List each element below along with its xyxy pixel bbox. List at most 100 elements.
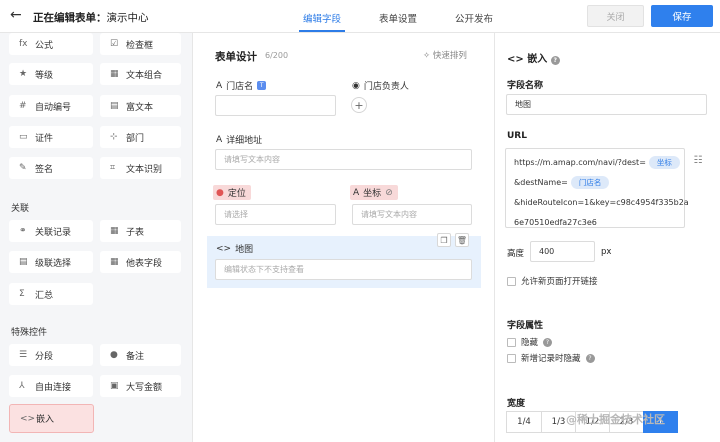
coordinates-input[interactable]: 请填写文本内容 [352, 204, 472, 225]
url-label: URL [507, 131, 527, 141]
amount-icon: ▣ [110, 381, 119, 391]
code-icon: <> [20, 413, 36, 424]
tab-form-settings[interactable]: 表单设置 [379, 11, 417, 25]
field-name-input[interactable]: 地图 [506, 94, 707, 115]
component-capital-amount[interactable]: ▣ 大写金额 [100, 375, 181, 397]
quick-sort-button[interactable]: ✧ 快速排列 [423, 49, 467, 61]
top-header: ← 正在编辑表单：演示中心 编辑字段 表单设置 公开发布 关闭 保存 [0, 0, 720, 33]
component-auto-number[interactable]: # 自动编号 [9, 95, 93, 117]
sigma-icon: Σ [19, 289, 25, 299]
component-free-connection[interactable]: ⅄ 自由连接 [9, 375, 93, 397]
menu-icon: ☰ [19, 350, 28, 360]
hidden-checkbox[interactable]: 隐藏? [507, 336, 553, 348]
component-checkbox[interactable]: ☑ 检查框 [100, 33, 181, 55]
component-section[interactable]: ☰ 分段 [9, 344, 93, 366]
component-rating[interactable]: ★ 等级 [9, 63, 93, 85]
component-summary[interactable]: Σ 汇总 [9, 283, 93, 305]
component-linked-record[interactable]: ⚭ 关联记录 [9, 220, 93, 242]
close-button[interactable]: 关闭 [587, 5, 644, 27]
copy-icon[interactable]: ❐ [437, 233, 451, 247]
help-icon[interactable]: ? [550, 56, 560, 65]
field-coordinates-label[interactable]: A 坐标 ⊘ [350, 185, 398, 200]
field-name-label: 字段名称 [507, 81, 544, 91]
component-department[interactable]: ⊹ 部门 [100, 126, 181, 148]
component-other-table-field[interactable]: ▦ 他表字段 [100, 251, 181, 273]
rich-text-icon: ▤ [110, 101, 119, 111]
section-special-title: 特殊控件 [11, 328, 48, 338]
component-formula[interactable]: fx 公式 [9, 33, 93, 55]
page-title: 正在编辑表单：演示中心 [33, 10, 149, 25]
tab-edit-fields[interactable]: 编辑字段 [303, 11, 341, 25]
app-name: 演示中心 [106, 12, 149, 24]
variable-tag-store-name[interactable]: 门店名 [570, 176, 610, 189]
editing-label: 正在编辑表单： [33, 12, 107, 24]
component-cascade-select[interactable]: ▤ 级联选择 [9, 251, 93, 273]
width-option-quarter[interactable]: 1/4 [506, 411, 542, 433]
formula-icon: fx [19, 39, 28, 49]
help-icon[interactable]: ? [543, 337, 553, 347]
location-pin-icon: ● [216, 187, 224, 198]
form-design-title: 表单设计 [215, 51, 257, 63]
hide-on-new-checkbox[interactable]: 新增记录时隐藏? [507, 352, 595, 364]
component-text-ocr[interactable]: ⌗ 文本识别 [100, 157, 181, 179]
field-store-name-label[interactable]: A 门店名 T [216, 79, 267, 92]
field-address-label[interactable]: A 详细地址 [216, 133, 262, 147]
star-icon: ★ [19, 69, 28, 79]
checkbox-icon: ☑ [110, 39, 119, 49]
link-icon: ⚭ [19, 226, 27, 236]
props-title: <> 嵌入 ? [507, 50, 560, 65]
watermark: @稀土掘金技术社区 [566, 413, 665, 426]
table-icon: ▦ [110, 257, 119, 267]
height-input[interactable]: 400 [530, 241, 595, 262]
address-input[interactable]: 请填写文本内容 [215, 149, 472, 170]
connection-icon: ⅄ [19, 381, 25, 391]
insert-variable-icon[interactable]: ☷ [689, 151, 707, 169]
section-relation-title: 关联 [11, 204, 30, 214]
grid-icon: ▦ [110, 69, 119, 79]
component-embed[interactable]: <> 嵌入 [9, 404, 94, 433]
user-icon: ◉ [352, 80, 360, 91]
code-icon: <> [507, 54, 524, 65]
text-field-icon: A [216, 134, 223, 145]
eye-off-icon: ⊘ [385, 187, 393, 198]
arrow-left-icon[interactable]: ← [10, 7, 22, 23]
text-field-icon: A [353, 187, 360, 198]
open-new-page-checkbox[interactable]: 允许新页面打开链接 [507, 275, 598, 287]
component-signature[interactable]: ✎ 签名 [9, 157, 93, 179]
map-placeholder-box: 编辑状态下不支持查看 [215, 259, 472, 280]
height-unit: px [601, 247, 612, 257]
component-palette: fx 公式 ☑ 检查框 ★ 等级 ▦ 文本组合 # 自动编号 ▤ 富文本 ▭ 证件 ⊹ 部门 ✎… [0, 33, 193, 442]
store-name-input[interactable] [215, 95, 336, 116]
field-store-manager-label[interactable]: ◉ 门店负责人 [352, 79, 409, 93]
component-note[interactable]: ● 备注 [100, 344, 181, 366]
table-icon: ▦ [110, 226, 119, 236]
code-icon: <> [216, 243, 232, 254]
tab-public-publish[interactable]: 公开发布 [455, 11, 493, 25]
component-subtable[interactable]: ▦ 子表 [100, 220, 181, 242]
component-id-card[interactable]: ▭ 证件 [9, 126, 93, 148]
component-rich-text[interactable]: ▤ 富文本 [100, 95, 181, 117]
add-member-button[interactable]: + [351, 97, 367, 113]
scan-icon: ⌗ [110, 163, 116, 173]
pen-icon: ✎ [19, 163, 27, 173]
field-location-label[interactable]: ● 定位 [213, 185, 251, 200]
org-chart-icon: ⊹ [110, 132, 118, 142]
hash-icon: # [19, 101, 27, 111]
active-tab-underline [299, 30, 345, 32]
field-count: 6/200 [265, 51, 289, 60]
id-card-icon: ▭ [19, 132, 28, 142]
delete-icon[interactable]: 🗑 [455, 233, 469, 247]
field-attr-title: 字段属性 [507, 321, 544, 331]
width-title: 宽度 [507, 399, 526, 409]
variable-tag-coordinates[interactable]: 坐标 [648, 156, 680, 169]
dot-icon: ● [110, 350, 118, 360]
help-icon[interactable]: ? [585, 353, 595, 363]
save-button[interactable]: 保存 [651, 5, 713, 27]
field-map-label: <> 地图 [216, 243, 254, 256]
component-text-combo[interactable]: ▦ 文本组合 [100, 63, 181, 85]
height-label: 高度 [507, 249, 525, 259]
location-select[interactable]: 请选择 [215, 204, 336, 225]
text-field-icon: A [216, 80, 223, 91]
url-editor[interactable]: https://m.amap.com/navi/?dest= 坐标 &destNa… [505, 148, 689, 228]
cascade-icon: ▤ [19, 257, 28, 267]
